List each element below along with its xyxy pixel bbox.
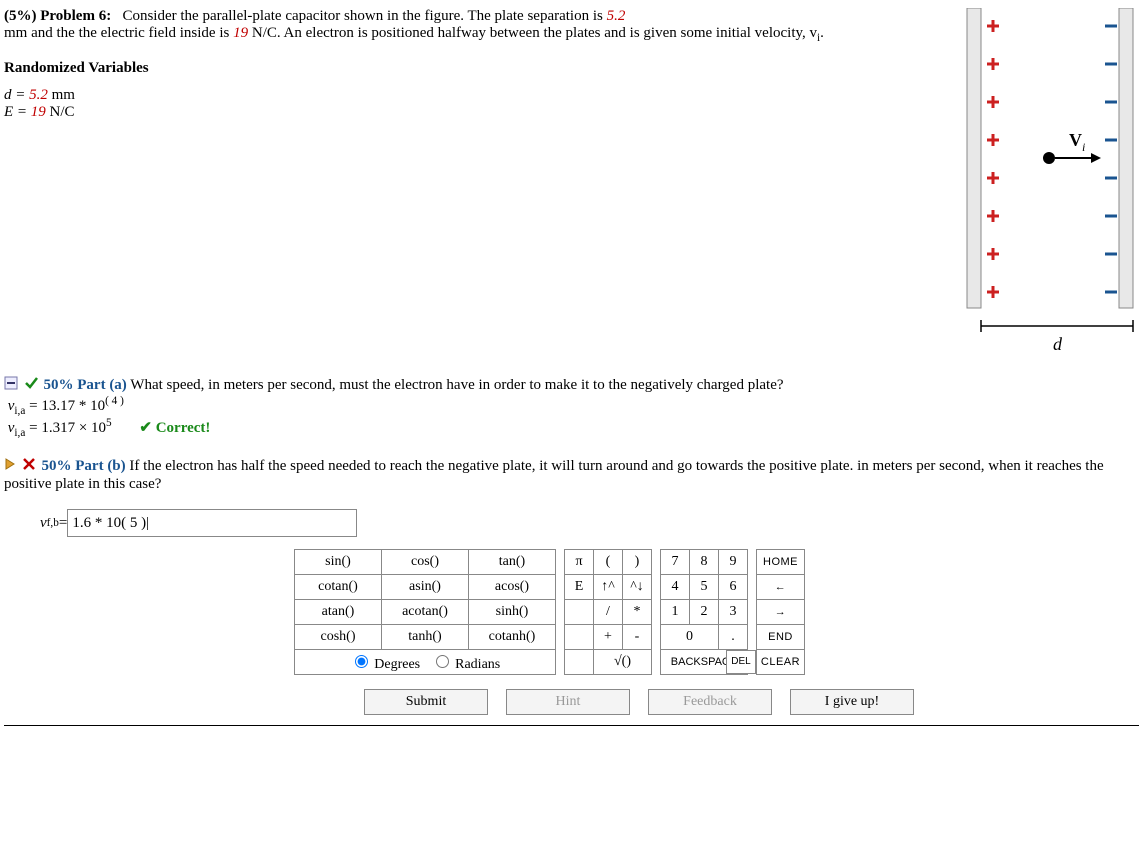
giveup-button[interactable]: I give up! [790, 689, 914, 715]
key-rparen[interactable]: ) [623, 550, 652, 575]
ans-var: v [40, 515, 47, 531]
key-8[interactable]: 8 [690, 550, 719, 575]
collapse-icon[interactable] [4, 376, 18, 395]
svg-text:d: d [1053, 334, 1063, 353]
key-mul[interactable]: * [623, 600, 652, 625]
degrees-radio[interactable]: Degrees [350, 657, 420, 672]
key-cotan[interactable]: cotan() [295, 575, 382, 600]
key-end[interactable]: END [757, 625, 805, 650]
rv-e-value: 19 [31, 104, 46, 120]
submit-button[interactable]: Submit [364, 689, 488, 715]
problem-title: Problem 6: [40, 8, 111, 24]
rv-e-prefix: E = [4, 104, 31, 120]
func-keys: sin() cos() tan() cotan() asin() acos() … [294, 549, 556, 675]
angle-mode-row: Degrees Radians [295, 650, 556, 675]
ctrl-keys: HOME ← → END CLEAR [756, 549, 805, 675]
ans-eq: = [59, 515, 67, 532]
key-dot[interactable]: . [719, 625, 748, 650]
key-4[interactable]: 4 [661, 575, 690, 600]
rv-e-unit: N/C [46, 104, 75, 120]
rand-vars-heading: Randomized Variables [4, 60, 949, 77]
part-a-weight: 50% Part (a) [44, 377, 127, 393]
key-sub[interactable]: ^↓ [623, 575, 652, 600]
key-left[interactable]: ← [757, 575, 805, 600]
key-0[interactable]: 0 [661, 625, 719, 650]
key-tan[interactable]: tan() [469, 550, 556, 575]
key-clear[interactable]: CLEAR [757, 650, 805, 675]
key-right[interactable]: → [757, 600, 805, 625]
key-sin[interactable]: sin() [295, 550, 382, 575]
key-6[interactable]: 6 [719, 575, 748, 600]
correct-label: ✔ Correct! [139, 420, 210, 436]
key-blank3 [565, 650, 594, 675]
key-cosh[interactable]: cosh() [295, 625, 382, 650]
answer-input[interactable] [67, 509, 357, 537]
key-acotan[interactable]: acotan() [382, 600, 469, 625]
problem-body-3: N/C. An electron is positioned halfway b… [248, 25, 817, 41]
part-a-header: 50% Part (a) What speed, in meters per s… [4, 376, 1139, 395]
d-value-inline: 5.2 [607, 8, 626, 24]
key-1[interactable]: 1 [661, 600, 690, 625]
feedback-button[interactable]: Feedback [648, 689, 772, 715]
key-del[interactable]: DEL [726, 650, 756, 674]
calculator-panel: sin() cos() tan() cotan() asin() acos() … [294, 549, 1139, 715]
part-b-header: 50% Part (b) If the electron has half th… [4, 457, 1139, 493]
problem-weight: (5%) [4, 8, 37, 24]
svg-text:V: V [1069, 130, 1082, 150]
key-pi[interactable]: π [565, 550, 594, 575]
key-tanh[interactable]: tanh() [382, 625, 469, 650]
key-lparen[interactable]: ( [594, 550, 623, 575]
svg-text:i: i [1082, 140, 1085, 154]
key-div[interactable]: / [594, 600, 623, 625]
answer-entry-row: vf,b = [40, 509, 1139, 537]
key-plus[interactable]: + [594, 625, 623, 650]
key-2[interactable]: 2 [690, 600, 719, 625]
key-5[interactable]: 5 [690, 575, 719, 600]
key-sinh[interactable]: sinh() [469, 600, 556, 625]
key-blank2 [565, 625, 594, 650]
rv-d-prefix: d = [4, 87, 29, 103]
key-asin[interactable]: asin() [382, 575, 469, 600]
check-icon [24, 376, 38, 395]
part-b-weight: 50% Part (b) [42, 458, 126, 474]
e-value-inline: 19 [233, 25, 248, 41]
key-minus[interactable]: - [623, 625, 652, 650]
problem-body-4: . [820, 25, 824, 41]
expand-icon[interactable] [4, 458, 16, 475]
rand-var-e: E = 19 N/C [4, 104, 949, 121]
key-sup[interactable]: ↑^ [594, 575, 623, 600]
key-cotanh[interactable]: cotanh() [469, 625, 556, 650]
op-keys: π ( ) E ↑^ ^↓ / * + - √() [564, 549, 652, 675]
key-atan[interactable]: atan() [295, 600, 382, 625]
part-a-entered: vi,a = 13.17 * 10( 4 ) [4, 395, 1139, 417]
key-sqrt[interactable]: √() [594, 650, 652, 675]
problem-statement: (5%) Problem 6: Consider the parallel-pl… [4, 8, 949, 121]
problem-body-1: Consider the parallel-plate capacitor sh… [122, 8, 606, 24]
key-3[interactable]: 3 [719, 600, 748, 625]
key-home[interactable]: HOME [757, 550, 805, 575]
part-b-text: If the electron has half the speed neede… [4, 458, 1104, 492]
key-9[interactable]: 9 [719, 550, 748, 575]
ans-var-sub: f,b [47, 517, 59, 529]
key-e[interactable]: E [565, 575, 594, 600]
part-a-evaluated: vi,a = 1.317 × 105 ✔ Correct! [4, 417, 1139, 439]
key-acos[interactable]: acos() [469, 575, 556, 600]
part-a-text: What speed, in meters per second, must t… [127, 377, 784, 393]
key-cos[interactable]: cos() [382, 550, 469, 575]
problem-body-2a: mm and the the electric field inside is [4, 25, 233, 41]
rand-var-d: d = 5.2 mm [4, 87, 949, 104]
radians-radio[interactable]: Radians [431, 657, 501, 672]
wrong-icon [22, 457, 36, 476]
rv-d-unit: mm [48, 87, 75, 103]
hint-button[interactable]: Hint [506, 689, 630, 715]
capacitor-figure: V i d [959, 8, 1139, 358]
rv-d-value: 5.2 [29, 87, 48, 103]
key-7[interactable]: 7 [661, 550, 690, 575]
key-blank1 [565, 600, 594, 625]
